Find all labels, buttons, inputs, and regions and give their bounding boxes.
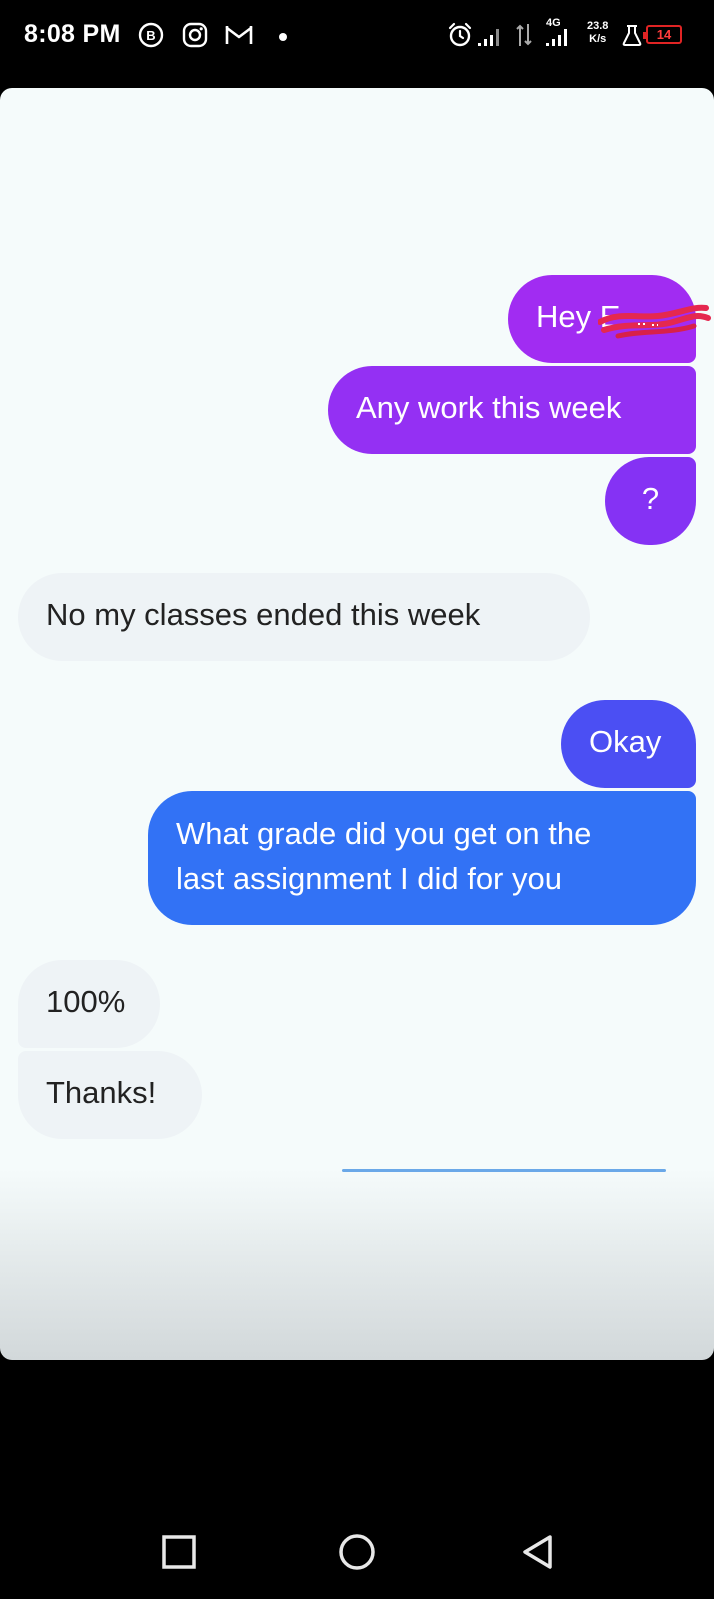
- message-text: Okay: [589, 724, 662, 759]
- message-text: No my classes ended this week: [46, 597, 481, 632]
- status-bar: 8:08 PM B 4G 23.8 K/s 14: [0, 0, 714, 80]
- signal-4g-icon: [546, 29, 567, 46]
- b-badge-icon: B: [138, 22, 164, 48]
- battery-indicator: 14: [643, 25, 682, 44]
- message-text: Any work this week: [356, 390, 622, 425]
- alarm-icon: [448, 22, 472, 47]
- redaction-scribble: [598, 304, 711, 339]
- received-message-classes: No my classes ended this week: [18, 573, 590, 661]
- beaker-icon: [622, 25, 642, 46]
- dot-icon: [279, 33, 287, 41]
- sent-message-question: ?: [605, 457, 696, 545]
- sent-message-okay: Okay: [561, 700, 696, 788]
- message-text: Thanks!: [46, 1075, 157, 1110]
- sent-message-work: Any work this week: [328, 366, 696, 454]
- received-message-grade: 100%: [18, 960, 160, 1048]
- partial-message-edge: [342, 1169, 666, 1172]
- sent-message-grade: What grade did you get on the last assig…: [148, 791, 696, 925]
- data-transfer-icon: [516, 24, 532, 46]
- svg-text:B: B: [146, 28, 155, 43]
- message-text: 100%: [46, 984, 126, 1019]
- network-speed: 23.8 K/s: [587, 20, 608, 46]
- gmail-icon: [225, 26, 253, 44]
- network-speed-value: 23.8: [587, 20, 609, 32]
- message-line: last assignment I did for you: [176, 861, 562, 896]
- back-icon[interactable]: [517, 1532, 557, 1572]
- status-time: 8:08 PM: [24, 20, 121, 48]
- instagram-icon: [182, 22, 208, 48]
- message-line: What grade did you get on the: [176, 816, 592, 851]
- message-text: ?: [641, 481, 660, 516]
- signal-icon: [478, 29, 499, 46]
- network-speed-unit: K/s: [589, 33, 607, 45]
- recents-icon[interactable]: [159, 1532, 199, 1572]
- received-message-thanks: Thanks!: [18, 1051, 202, 1139]
- chat-screen: Hey E Any work this week ? No my classes…: [0, 88, 714, 1360]
- home-icon[interactable]: [337, 1532, 377, 1572]
